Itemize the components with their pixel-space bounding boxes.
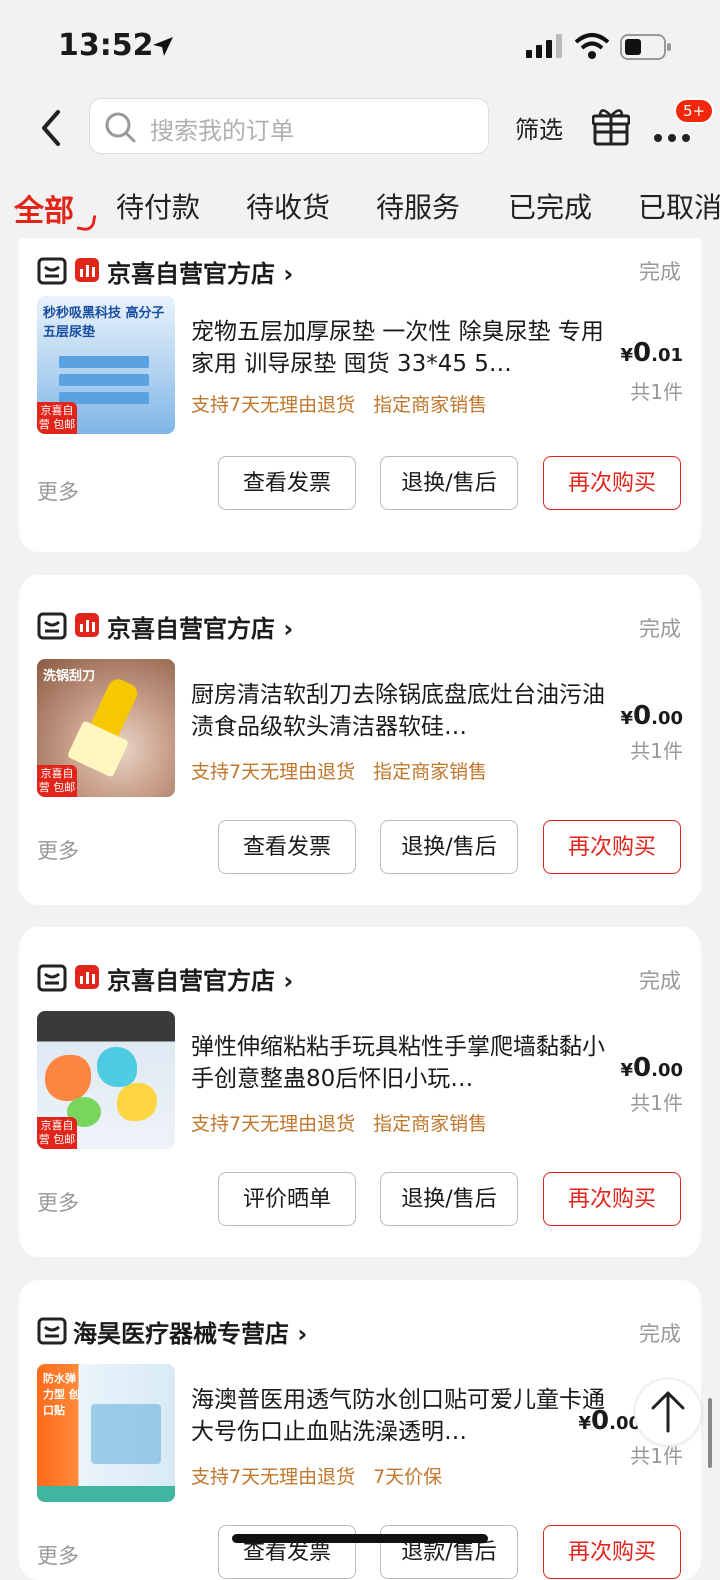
order-status: 完成 <box>639 969 681 993</box>
location-arrow-icon <box>153 37 173 56</box>
service-tag: 支持7天无理由退货 <box>191 394 356 416</box>
thumb-title: 秒秒吸黑科技 高分子五层尿垫 <box>43 306 165 340</box>
jd-store-badge-icon <box>75 258 99 282</box>
service-tag: 7天价保 <box>373 1466 443 1488</box>
thumb-title: 防水弹力型 创口贴 <box>43 1372 80 1417</box>
filter-button[interactable]: 筛选 <box>515 110 563 145</box>
review-button[interactable]: 评价晒单 <box>218 1172 356 1226</box>
service-tags: 支持7天无理由退货 7天价保 <box>191 1462 460 1489</box>
shop-name-link[interactable]: 京喜自营官方店 › <box>107 609 293 644</box>
jd-store-badge-icon <box>75 613 99 637</box>
scrollbar[interactable] <box>708 1398 712 1468</box>
more-link[interactable]: 更多 <box>37 1187 79 1217</box>
product-image[interactable]: 洗锅刮刀 京喜自营 包邮 <box>37 659 175 797</box>
view-invoice-button[interactable]: 查看发票 <box>218 456 356 510</box>
order-card: 京喜自营官方店 › 完成 京喜自营 包邮 弹性伸缩粘粘手玩具粘性手掌爬墙黏黏小手… <box>19 927 701 1257</box>
item-count: 共1件 <box>630 739 683 763</box>
shop-icon <box>37 612 67 640</box>
shop-name: 京喜自营官方店 <box>107 967 275 995</box>
return-after-sale-button[interactable]: 退换/售后 <box>380 1172 518 1226</box>
price: ¥0.00 <box>620 701 683 731</box>
thumb-tag: 京喜自营 包邮 <box>37 1117 77 1149</box>
order-status: 完成 <box>639 617 681 641</box>
tab-pending-service[interactable]: 待服务 <box>376 186 460 226</box>
product-title[interactable]: 弹性伸缩粘粘手玩具粘性手掌爬墙黏黏小手创意整蛊80后怀旧小玩… <box>191 1031 611 1095</box>
service-tags: 支持7天无理由退货 指定商家销售 <box>191 757 505 784</box>
shop-icon <box>37 964 67 992</box>
return-after-sale-button[interactable]: 退换/售后 <box>380 820 518 874</box>
shop-name: 京喜自营官方店 <box>107 260 275 288</box>
order-card: 京喜自营官方店 › 完成 秒秒吸黑科技 高分子五层尿垫 京喜自营 包邮 宠物五层… <box>19 238 701 552</box>
shop-name-link[interactable]: 京喜自营官方店 › <box>107 254 293 289</box>
back-button[interactable] <box>34 106 70 150</box>
order-status: 完成 <box>639 1322 681 1346</box>
more-link[interactable]: 更多 <box>37 476 79 506</box>
shop-name: 海昊医疗器械专营店 <box>73 1320 289 1348</box>
scroll-to-top-button[interactable] <box>634 1378 702 1446</box>
more-link[interactable]: 更多 <box>37 835 79 865</box>
jd-store-badge-icon <box>75 965 99 989</box>
buy-again-button[interactable]: 再次购买 <box>543 820 681 874</box>
battery-icon <box>620 34 671 60</box>
more-link[interactable]: 更多 <box>37 1540 79 1570</box>
search-icon <box>105 112 136 143</box>
price: ¥0.00 <box>578 1406 641 1436</box>
wifi-icon <box>574 33 610 59</box>
order-card: 京喜自营官方店 › 完成 洗锅刮刀 京喜自营 包邮 厨房清洁软刮刀去除锅底盘底灶… <box>19 575 701 905</box>
view-invoice-button[interactable]: 查看发票 <box>218 820 356 874</box>
tab-completed[interactable]: 已完成 <box>508 186 592 226</box>
return-after-sale-button[interactable]: 退换/售后 <box>380 456 518 510</box>
gift-icon[interactable] <box>592 106 630 146</box>
thumb-tag: 京喜自营 包邮 <box>37 402 77 434</box>
tab-active-indicator <box>76 212 97 233</box>
tab-pending-receipt[interactable]: 待收货 <box>246 186 330 226</box>
service-tag: 支持7天无理由退货 <box>191 761 356 783</box>
service-tag: 支持7天无理由退货 <box>191 1466 356 1488</box>
notification-badge: 5+ <box>674 98 715 124</box>
buy-again-button[interactable]: 再次购买 <box>543 1525 681 1579</box>
buy-again-button[interactable]: 再次购买 <box>543 1172 681 1226</box>
search-placeholder: 搜索我的订单 <box>150 117 294 145</box>
shop-icon <box>37 257 67 285</box>
shop-name-link[interactable]: 海昊医疗器械专营店 › <box>73 1314 307 1349</box>
item-count: 共1件 <box>630 1091 683 1115</box>
service-tag: 支持7天无理由退货 <box>191 1113 356 1135</box>
search-header: 搜索我的订单 筛选 <box>0 96 720 160</box>
order-status: 完成 <box>639 260 681 284</box>
product-image[interactable]: 京喜自营 包邮 <box>37 1011 175 1149</box>
shop-icon <box>37 1317 67 1345</box>
product-image[interactable]: 秒秒吸黑科技 高分子五层尿垫 京喜自营 包邮 <box>37 296 175 434</box>
search-input[interactable]: 搜索我的订单 <box>89 98 489 154</box>
product-image[interactable]: 防水弹力型 创口贴 <box>37 1364 175 1502</box>
thumb-tag: 京喜自营 包邮 <box>37 765 77 797</box>
status-bar: 13:52 <box>0 0 720 96</box>
shop-name-link[interactable]: 京喜自营官方店 › <box>107 961 293 996</box>
product-title[interactable]: 厨房清洁软刮刀去除锅底盘底灶台油污油渍食品级软头清洁器软硅… <box>191 679 611 743</box>
item-count: 共1件 <box>630 380 683 404</box>
shop-name: 京喜自营官方店 <box>107 615 275 643</box>
tab-cancelled[interactable]: 已取消 <box>638 186 720 226</box>
signal-icon <box>526 34 562 58</box>
service-tags: 支持7天无理由退货 指定商家销售 <box>191 390 505 417</box>
buy-again-button[interactable]: 再次购买 <box>543 456 681 510</box>
tab-all[interactable]: 全部 <box>14 186 74 230</box>
product-title[interactable]: 海澳普医用透气防水创口贴可爱儿童卡通大号伤口止血贴洗澡透明… <box>191 1384 611 1448</box>
tab-pending-payment[interactable]: 待付款 <box>116 186 200 226</box>
service-tag: 指定商家销售 <box>373 1113 488 1135</box>
order-tabs: 全部 待付款 待收货 待服务 已完成 已取消 <box>0 178 720 238</box>
service-tags: 支持7天无理由退货 指定商家销售 <box>191 1109 505 1136</box>
home-indicator[interactable] <box>232 1534 488 1543</box>
price: ¥0.01 <box>620 338 683 368</box>
service-tag: 指定商家销售 <box>373 761 488 783</box>
service-tag: 指定商家销售 <box>373 394 488 416</box>
price: ¥0.00 <box>620 1053 683 1083</box>
product-title[interactable]: 宠物五层加厚尿垫 一次性 除臭尿垫 专用家用 训导尿垫 囤货 33*45 5… <box>191 316 611 380</box>
thumb-title: 洗锅刮刀 <box>43 669 96 684</box>
arrow-up-icon <box>651 1391 685 1433</box>
status-time: 13:52 <box>58 28 154 63</box>
